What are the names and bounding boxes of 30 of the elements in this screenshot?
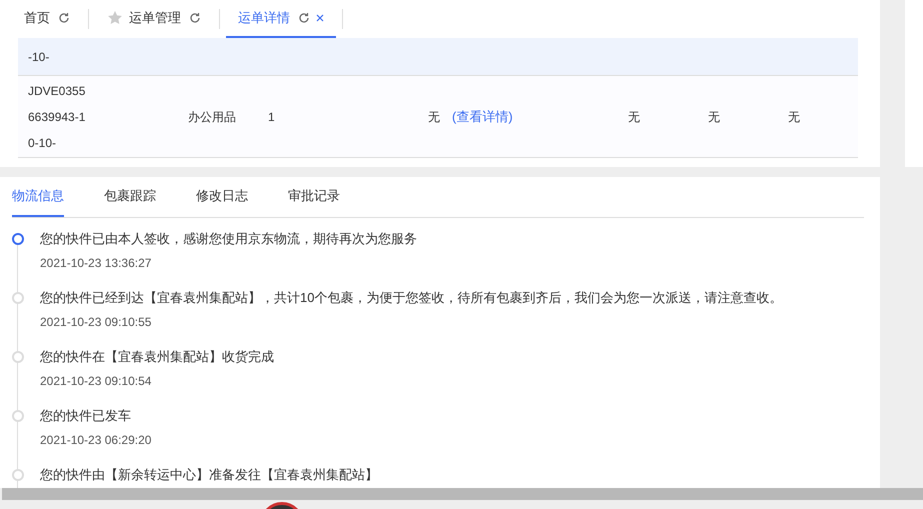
page-tab[interactable]: 运单管理 xyxy=(95,0,213,38)
event-text: 您的快件已发车 xyxy=(40,407,132,425)
event-time: 2021-10-23 09:10:55 xyxy=(40,314,152,331)
detail-tab[interactable]: 审批记录 xyxy=(288,177,340,217)
scrollbar[interactable] xyxy=(2,488,923,500)
event-text: 您的快件已经到达【宜春袁州集配站】，共计10个包裹，为便于您签收，待所有包裹到齐后，我们会为您一次派送，请注意查收。 xyxy=(40,289,782,307)
event-text: 您的快件在【宜春袁州集配站】收货完成 xyxy=(40,348,274,366)
view-details-link[interactable]: (查看详情) xyxy=(452,108,513,124)
page-tab[interactable]: 首页 xyxy=(12,0,82,38)
detail-tab[interactable]: 包裹跟踪 xyxy=(104,177,156,217)
detail-tab[interactable]: 物流信息 xyxy=(12,177,64,217)
refresh-icon[interactable] xyxy=(58,12,70,24)
table-cell: 无 xyxy=(708,110,720,124)
event-time: 2021-10-23 06:29:20 xyxy=(40,432,152,449)
table-cell: 无 xyxy=(428,110,440,124)
table-cell: 无 xyxy=(788,110,800,124)
table-cell: JDVE0355 6639943-1 0-10- xyxy=(28,84,86,150)
event-text: 您的快件已由本人签收，感谢您使用京东物流，期待再次为您服务 xyxy=(40,230,417,248)
refresh-icon[interactable] xyxy=(189,12,201,24)
event-time: 2021-10-23 09:10:54 xyxy=(40,373,152,390)
table-cell: -10- xyxy=(28,50,50,64)
event-text: 您的快件由【新余转运中心】准备发往【宜春袁州集配站】 xyxy=(40,466,378,484)
close-icon[interactable] xyxy=(316,14,324,22)
detail-tab[interactable]: 修改日志 xyxy=(196,177,248,217)
star-icon[interactable] xyxy=(107,10,123,26)
refresh-icon[interactable] xyxy=(298,12,310,24)
table-cell: 办公用品 xyxy=(188,110,236,124)
table-cell: 无 xyxy=(628,110,640,124)
table-cell: 1 xyxy=(268,110,275,124)
event-time: 2021-10-23 13:36:27 xyxy=(40,255,152,272)
